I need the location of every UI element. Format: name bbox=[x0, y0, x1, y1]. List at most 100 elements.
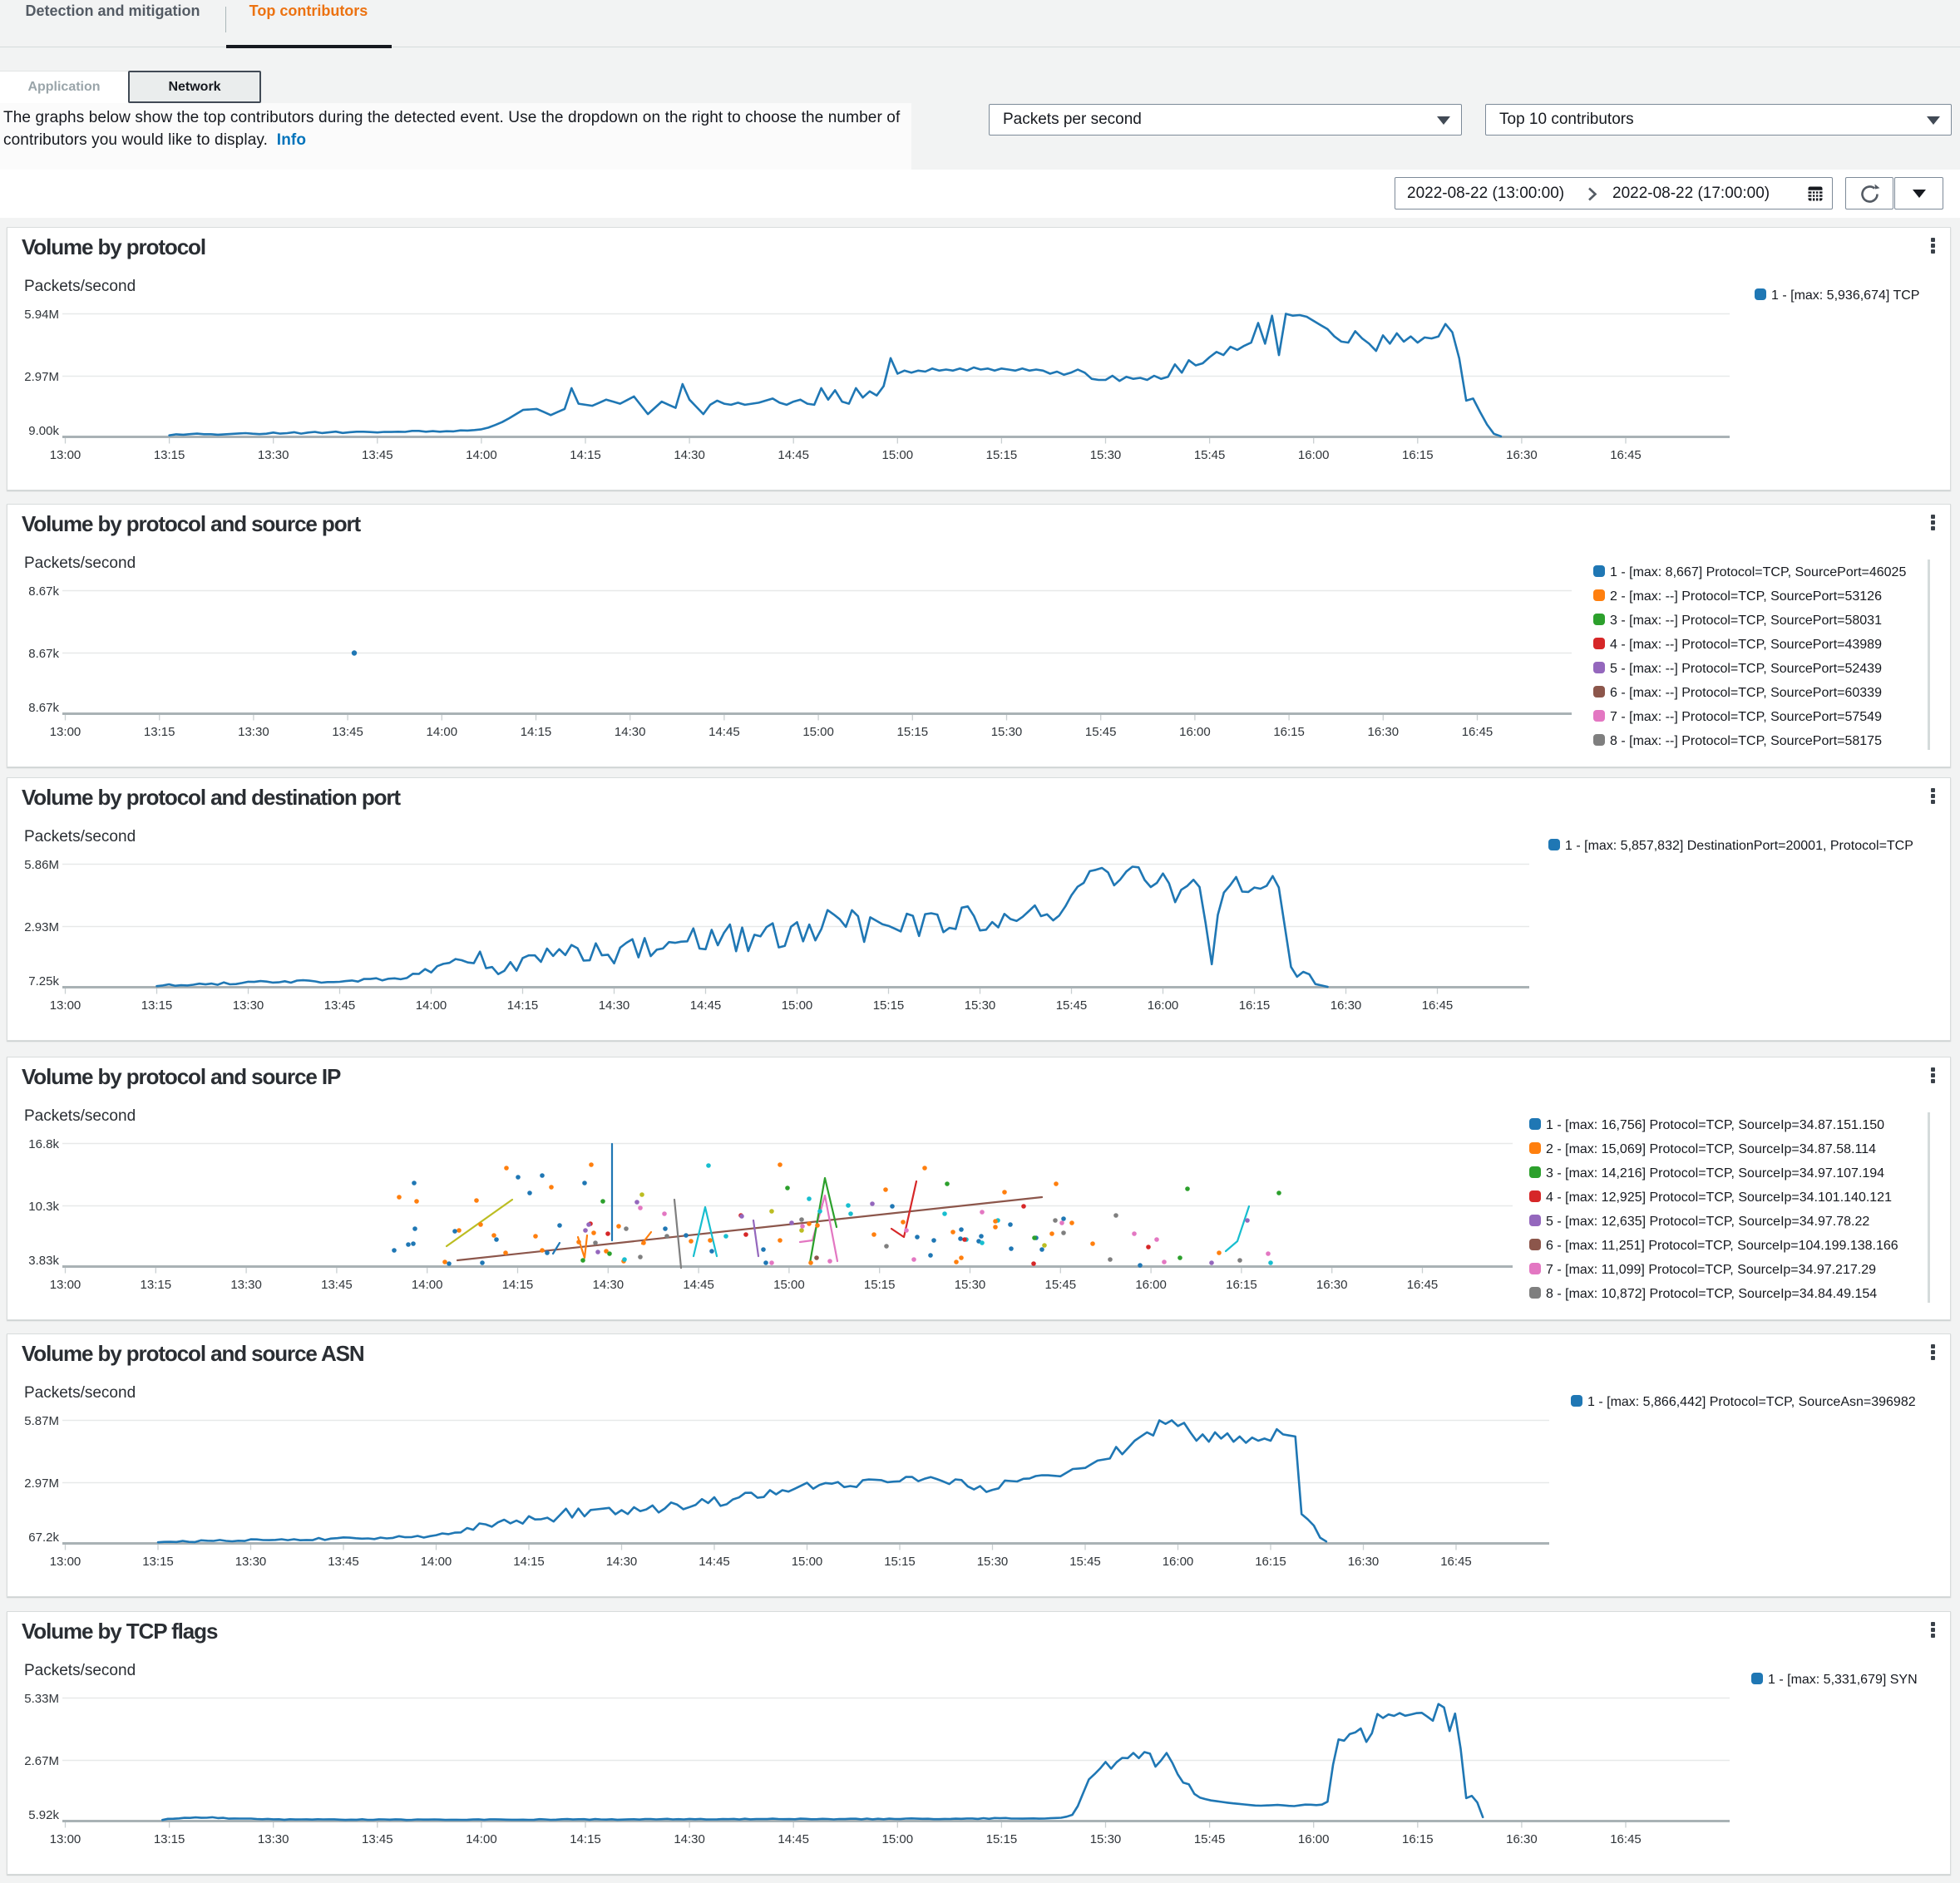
svg-text:16:45: 16:45 bbox=[1422, 998, 1454, 1013]
svg-text:15:00: 15:00 bbox=[773, 1278, 805, 1292]
svg-text:15:45: 15:45 bbox=[1194, 1832, 1226, 1846]
svg-text:67.2k: 67.2k bbox=[28, 1531, 59, 1545]
svg-text:14:45: 14:45 bbox=[699, 1555, 730, 1569]
svg-text:14:30: 14:30 bbox=[615, 725, 646, 739]
svg-text:13:00: 13:00 bbox=[50, 1832, 81, 1846]
svg-text:15:00: 15:00 bbox=[802, 725, 834, 739]
svg-text:13:45: 13:45 bbox=[328, 1555, 359, 1569]
svg-text:15:30: 15:30 bbox=[965, 998, 996, 1013]
svg-text:13:30: 13:30 bbox=[235, 1555, 267, 1569]
svg-text:7.25k: 7.25k bbox=[28, 974, 59, 988]
svg-text:5.92k: 5.92k bbox=[28, 1808, 59, 1822]
svg-text:13:45: 13:45 bbox=[324, 998, 356, 1013]
svg-text:16:30: 16:30 bbox=[1348, 1555, 1380, 1569]
svg-text:14:15: 14:15 bbox=[502, 1278, 534, 1292]
svg-text:14:45: 14:45 bbox=[683, 1278, 714, 1292]
svg-text:14:30: 14:30 bbox=[593, 1278, 625, 1292]
svg-text:16:30: 16:30 bbox=[1506, 448, 1538, 462]
svg-text:14:45: 14:45 bbox=[708, 725, 740, 739]
svg-text:15:00: 15:00 bbox=[782, 998, 813, 1013]
svg-text:13:30: 13:30 bbox=[258, 448, 289, 462]
svg-text:13:45: 13:45 bbox=[321, 1278, 353, 1292]
svg-text:16:30: 16:30 bbox=[1331, 998, 1362, 1013]
svg-text:15:30: 15:30 bbox=[991, 725, 1023, 739]
svg-text:15:45: 15:45 bbox=[1056, 998, 1088, 1013]
svg-text:16:30: 16:30 bbox=[1368, 725, 1400, 739]
svg-text:9.00k: 9.00k bbox=[28, 424, 59, 438]
svg-text:14:45: 14:45 bbox=[778, 448, 809, 462]
svg-text:16:45: 16:45 bbox=[1440, 1555, 1472, 1569]
svg-text:13:30: 13:30 bbox=[230, 1278, 262, 1292]
svg-text:5.33M: 5.33M bbox=[24, 1692, 59, 1706]
svg-text:14:30: 14:30 bbox=[599, 998, 630, 1013]
svg-text:16:30: 16:30 bbox=[1506, 1832, 1538, 1846]
svg-text:5.86M: 5.86M bbox=[24, 858, 59, 872]
svg-text:16:00: 16:00 bbox=[1298, 448, 1330, 462]
svg-text:14:00: 14:00 bbox=[427, 725, 458, 739]
svg-text:16:00: 16:00 bbox=[1163, 1555, 1194, 1569]
svg-text:13:30: 13:30 bbox=[238, 725, 269, 739]
svg-text:8.67k: 8.67k bbox=[28, 584, 59, 599]
svg-text:5.87M: 5.87M bbox=[24, 1414, 59, 1428]
svg-text:15:30: 15:30 bbox=[1090, 1832, 1122, 1846]
svg-text:15:30: 15:30 bbox=[1090, 448, 1122, 462]
svg-text:13:00: 13:00 bbox=[50, 725, 81, 739]
svg-text:16:45: 16:45 bbox=[1407, 1278, 1439, 1292]
svg-text:5.94M: 5.94M bbox=[24, 308, 59, 322]
svg-text:16:15: 16:15 bbox=[1402, 448, 1434, 462]
svg-text:14:15: 14:15 bbox=[513, 1555, 545, 1569]
svg-text:14:15: 14:15 bbox=[507, 998, 539, 1013]
svg-text:14:00: 14:00 bbox=[412, 1278, 443, 1292]
svg-text:13:15: 13:15 bbox=[144, 725, 175, 739]
svg-text:8.67k: 8.67k bbox=[28, 701, 59, 715]
svg-text:15:15: 15:15 bbox=[884, 1555, 916, 1569]
svg-text:15:00: 15:00 bbox=[882, 1832, 914, 1846]
svg-text:15:45: 15:45 bbox=[1045, 1278, 1077, 1292]
svg-text:16:15: 16:15 bbox=[1255, 1555, 1286, 1569]
svg-text:15:00: 15:00 bbox=[792, 1555, 823, 1569]
svg-text:14:45: 14:45 bbox=[778, 1832, 809, 1846]
svg-text:16:15: 16:15 bbox=[1239, 998, 1271, 1013]
svg-text:14:15: 14:15 bbox=[570, 448, 601, 462]
svg-text:13:15: 13:15 bbox=[154, 448, 185, 462]
svg-text:15:15: 15:15 bbox=[873, 998, 905, 1013]
svg-text:13:15: 13:15 bbox=[154, 1832, 185, 1846]
svg-text:15:45: 15:45 bbox=[1069, 1555, 1101, 1569]
svg-text:15:15: 15:15 bbox=[864, 1278, 896, 1292]
svg-text:8.67k: 8.67k bbox=[28, 647, 59, 661]
svg-text:15:15: 15:15 bbox=[897, 725, 929, 739]
svg-text:13:00: 13:00 bbox=[50, 998, 81, 1013]
svg-text:15:30: 15:30 bbox=[977, 1555, 1009, 1569]
svg-text:14:15: 14:15 bbox=[570, 1832, 601, 1846]
svg-text:16:45: 16:45 bbox=[1610, 1832, 1642, 1846]
svg-text:15:15: 15:15 bbox=[986, 448, 1018, 462]
svg-text:2.93M: 2.93M bbox=[24, 920, 59, 934]
svg-text:14:30: 14:30 bbox=[674, 1832, 705, 1846]
svg-text:14:30: 14:30 bbox=[606, 1555, 638, 1569]
svg-text:15:45: 15:45 bbox=[1194, 448, 1226, 462]
svg-text:16:00: 16:00 bbox=[1298, 1832, 1330, 1846]
svg-text:13:45: 13:45 bbox=[362, 448, 393, 462]
svg-text:2.97M: 2.97M bbox=[24, 1476, 59, 1491]
svg-text:13:30: 13:30 bbox=[233, 998, 264, 1013]
svg-text:13:00: 13:00 bbox=[50, 1278, 81, 1292]
svg-text:14:15: 14:15 bbox=[521, 725, 552, 739]
svg-text:15:45: 15:45 bbox=[1085, 725, 1117, 739]
svg-text:13:00: 13:00 bbox=[50, 448, 81, 462]
svg-text:14:00: 14:00 bbox=[466, 448, 497, 462]
svg-text:16:30: 16:30 bbox=[1316, 1278, 1348, 1292]
svg-text:13:45: 13:45 bbox=[332, 725, 363, 739]
svg-text:16:15: 16:15 bbox=[1402, 1832, 1434, 1846]
svg-text:3.83k: 3.83k bbox=[28, 1254, 59, 1268]
svg-text:14:00: 14:00 bbox=[416, 998, 447, 1013]
svg-text:15:30: 15:30 bbox=[955, 1278, 986, 1292]
svg-text:13:15: 13:15 bbox=[141, 1278, 172, 1292]
svg-text:16:00: 16:00 bbox=[1179, 725, 1211, 739]
svg-text:16:45: 16:45 bbox=[1462, 725, 1493, 739]
svg-text:15:00: 15:00 bbox=[882, 448, 914, 462]
svg-text:13:15: 13:15 bbox=[142, 1555, 174, 1569]
svg-text:16:15: 16:15 bbox=[1226, 1278, 1257, 1292]
svg-text:10.3k: 10.3k bbox=[28, 1200, 59, 1214]
svg-text:2.67M: 2.67M bbox=[24, 1754, 59, 1768]
svg-text:2.97M: 2.97M bbox=[24, 370, 59, 384]
